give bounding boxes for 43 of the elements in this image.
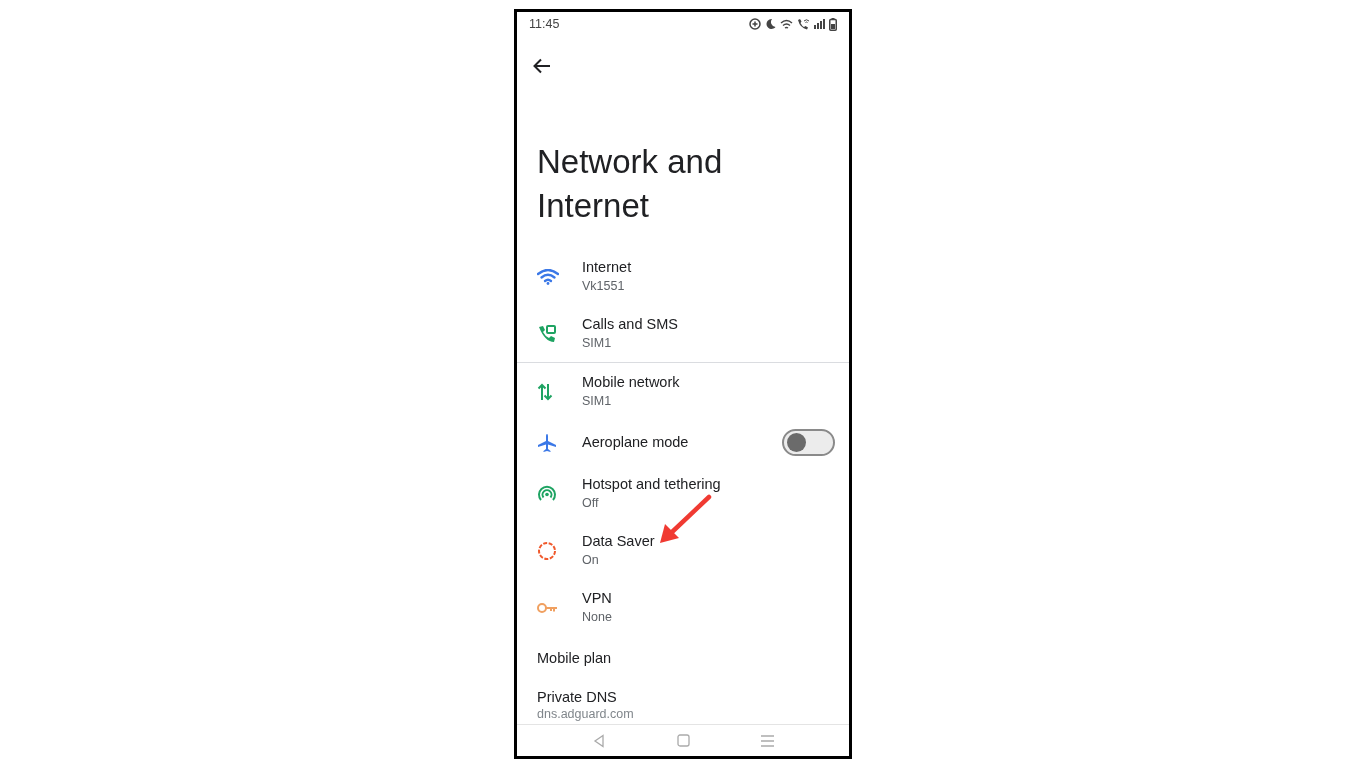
settings-item[interactable]: Aeroplane mode xyxy=(517,420,849,465)
aeroplane-icon xyxy=(537,432,557,453)
settings-item[interactable]: Hotspot and tethering Off xyxy=(517,465,849,522)
item-title: Hotspot and tethering xyxy=(582,474,721,494)
settings-item[interactable]: Calls and SMS SIM1 xyxy=(517,305,849,362)
item-title: Internet xyxy=(582,257,632,277)
settings-item[interactable]: Mobile network SIM1 xyxy=(517,363,849,420)
wifi-status-icon xyxy=(780,18,793,30)
item-subtitle: None xyxy=(582,608,612,626)
wifi-call-icon xyxy=(797,18,810,30)
settings-item[interactable]: Mobile plan xyxy=(517,636,849,680)
item-title: Mobile plan xyxy=(537,649,612,667)
moon-icon xyxy=(765,18,776,30)
signal-icon xyxy=(814,19,825,29)
item-subtitle: SIM1 xyxy=(582,334,613,352)
settings-item[interactable]: Private DNS dns.adguard.com xyxy=(517,680,849,724)
item-subtitle: On xyxy=(582,551,600,569)
wifi-icon xyxy=(537,268,559,285)
menu-nav-icon[interactable] xyxy=(760,734,774,747)
battery-icon xyxy=(829,17,837,31)
annotation-arrow xyxy=(657,494,713,546)
back-nav-icon[interactable] xyxy=(592,733,607,748)
toggle-switch[interactable] xyxy=(782,429,835,456)
key-icon xyxy=(537,601,559,614)
item-title: Data Saver xyxy=(582,531,655,551)
phone-message-icon xyxy=(537,323,557,344)
item-title: Calls and SMS xyxy=(582,314,678,334)
item-title: Aeroplane mode xyxy=(582,433,690,452)
settings-item[interactable]: Internet Vk1551 xyxy=(517,248,849,305)
item-title: VPN xyxy=(582,588,612,608)
item-subtitle: dns.adguard.com xyxy=(537,706,634,722)
item-subtitle: Off xyxy=(582,494,600,512)
settings-item[interactable]: Data Saver On xyxy=(517,522,849,579)
status-time: 11:45 xyxy=(529,15,560,33)
data-saver-icon xyxy=(537,540,557,561)
item-subtitle: SIM1 xyxy=(582,392,613,410)
home-nav-icon[interactable] xyxy=(677,734,690,747)
settings-item[interactable]: VPN None xyxy=(517,579,849,636)
item-title: Private DNS xyxy=(537,688,618,706)
item-subtitle: Vk1551 xyxy=(582,277,626,295)
item-title: Mobile network xyxy=(582,372,680,392)
up-down-arrows-icon xyxy=(537,381,553,402)
page-title: Network and Internet xyxy=(537,142,724,226)
